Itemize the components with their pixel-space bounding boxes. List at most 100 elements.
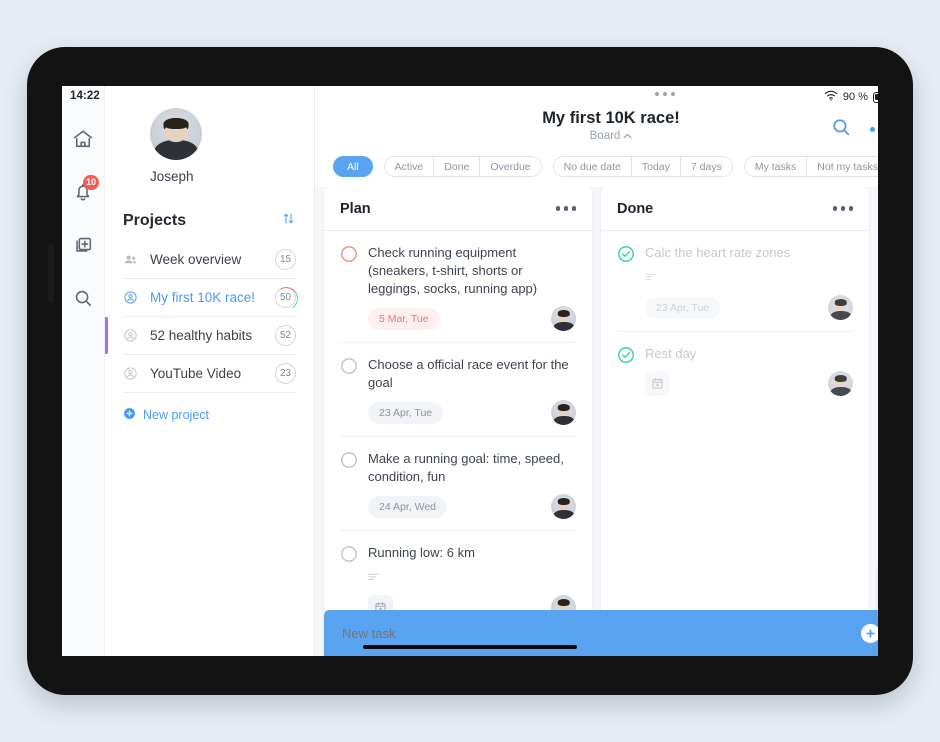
task-due-date[interactable]: 23 Apr, Tue (368, 401, 444, 424)
task-card[interactable]: Choose a official race event for the goa… (340, 343, 576, 437)
filter-chip-not-my-tasks[interactable]: Not my tasks (807, 157, 878, 176)
multitasking-handle-icon[interactable] (655, 92, 675, 96)
task-checkbox[interactable] (340, 356, 368, 436)
battery-percent: 90 % (842, 91, 868, 103)
search-icon[interactable] (830, 116, 852, 143)
column-header: Done (601, 187, 869, 231)
filter-chip-today[interactable]: Today (631, 157, 681, 176)
status-indicators: 90 % (824, 88, 878, 106)
sidebar-item-label: YouTube Video (150, 366, 242, 381)
column-title: Done (617, 200, 654, 217)
filter-bar: All Active Done Overdue No due date Toda… (315, 156, 878, 187)
system-status-bar: 90 % (315, 86, 878, 106)
sort-arrows-icon[interactable] (281, 211, 296, 231)
task-due-date[interactable]: 24 Apr, Wed (368, 495, 448, 518)
sidebar-item-youtube-video[interactable]: YouTube Video 23 (123, 355, 296, 393)
filter-group-status: Active Done Overdue (383, 156, 542, 177)
board-column-plan: Plan Check running equipment (sneakers, … (324, 187, 592, 656)
filter-chip-no-due-date[interactable]: No due date (553, 157, 632, 176)
task-title: Check running equipment (sneakers, t-shi… (368, 245, 538, 296)
tablet-screen: 10 Joseph Projects Week overview 15 My f… (62, 86, 878, 656)
project-toolbar: My first 10K race! Board (315, 106, 878, 156)
task-meta: 24 Apr, Wed (368, 494, 576, 519)
add-project-icon[interactable] (68, 230, 98, 260)
task-title: Running low: 6 km (368, 545, 475, 560)
project-task-count: 52 (275, 325, 296, 346)
add-task-button[interactable] (860, 623, 878, 643)
home-icon[interactable] (68, 124, 98, 154)
task-meta (645, 371, 853, 396)
project-task-count: 15 (275, 249, 296, 270)
task-title: Rest day (645, 346, 697, 361)
column-title: Plan (340, 200, 371, 217)
new-task-bar[interactable] (324, 610, 878, 656)
sidebar-item-52-healthy-habits[interactable]: 52 healthy habits 52 (105, 317, 296, 355)
task-checkbox-done[interactable] (617, 244, 645, 331)
column-more-dots-icon[interactable] (832, 206, 853, 211)
filter-chip-overdue[interactable]: Overdue (480, 157, 541, 176)
person-circle-icon (123, 290, 145, 305)
wifi-icon (824, 88, 838, 106)
task-card[interactable]: Check running equipment (sneakers, t-shi… (340, 231, 576, 343)
task-checkbox-overdue[interactable] (340, 244, 368, 342)
task-card[interactable]: Make a running goal: time, speed, condit… (340, 437, 576, 531)
people-icon (123, 252, 145, 267)
view-selector[interactable]: Board (315, 130, 878, 142)
task-meta: 23 Apr, Tue (368, 400, 576, 425)
filter-chip-my-tasks[interactable]: My tasks (744, 157, 808, 176)
sidebar-item-my-first-10k-race[interactable]: My first 10K race! 50 (123, 279, 296, 317)
more-dots-icon[interactable] (869, 127, 878, 132)
search-rail-icon[interactable] (68, 283, 98, 313)
project-accent-bar (105, 317, 108, 354)
task-due-date[interactable]: 23 Apr, Tue (645, 296, 721, 319)
filter-chip-all[interactable]: All (333, 156, 373, 177)
user-profile-block[interactable]: Joseph (105, 86, 314, 184)
task-calendar-button[interactable] (645, 371, 670, 396)
task-card[interactable]: Calc the heart rate zones 23 Apr, Tue (617, 231, 853, 332)
task-title: Calc the heart rate zones (645, 245, 791, 260)
task-checkbox-done[interactable] (617, 345, 645, 407)
task-assignee-avatar[interactable] (828, 371, 853, 396)
task-assignee-avatar[interactable] (551, 400, 576, 425)
page-title: Projects (123, 212, 187, 229)
kanban-board: Plan Check running equipment (sneakers, … (315, 187, 878, 656)
screenshot-stage: 10 Joseph Projects Week overview 15 My f… (0, 0, 940, 742)
sidebar-item-label: 52 healthy habits (150, 328, 253, 343)
task-description-icon (368, 569, 576, 587)
chevron-up-icon (623, 130, 632, 142)
task-description-icon (645, 269, 853, 287)
person-circle-icon (123, 328, 145, 343)
project-list: Week overview 15 My first 10K race! 50 5… (105, 241, 314, 423)
device-power-button[interactable] (48, 243, 54, 303)
projects-sidebar: Joseph Projects Week overview 15 My firs… (105, 86, 315, 656)
column-cards: Calc the heart rate zones 23 Apr, Tue Re… (601, 231, 869, 656)
task-assignee-avatar[interactable] (828, 295, 853, 320)
sidebar-item-label: My first 10K race! (150, 290, 256, 305)
sidebar-item-label: Week overview (150, 252, 242, 267)
avatar[interactable] (150, 108, 202, 160)
new-project-label: New project (143, 408, 209, 422)
battery-icon (872, 91, 878, 103)
filter-chip-done[interactable]: Done (434, 157, 481, 176)
project-task-count: 23 (275, 363, 296, 384)
column-more-dots-icon[interactable] (555, 206, 576, 211)
new-task-input[interactable] (342, 625, 861, 641)
project-title-block: My first 10K race! Board (315, 106, 878, 142)
new-project-button[interactable]: New project (123, 407, 296, 423)
column-header: Plan (324, 187, 592, 231)
filter-chip-active[interactable]: Active (384, 157, 435, 176)
task-meta: 5 Mar, Tue (368, 306, 576, 331)
task-due-date[interactable]: 5 Mar, Tue (368, 307, 440, 330)
task-assignee-avatar[interactable] (551, 494, 576, 519)
projects-header: Projects (123, 211, 296, 231)
task-checkbox[interactable] (340, 450, 368, 530)
home-indicator[interactable] (363, 645, 577, 649)
task-card[interactable]: Rest day (617, 332, 853, 407)
filter-chip-7-days[interactable]: 7 days (680, 157, 732, 176)
icon-rail: 10 (62, 86, 105, 656)
task-assignee-avatar[interactable] (551, 306, 576, 331)
view-selector-label: Board (589, 130, 621, 142)
notification-count-badge: 10 (82, 175, 99, 190)
notifications-icon[interactable]: 10 (68, 175, 99, 207)
sidebar-item-week-overview[interactable]: Week overview 15 (123, 241, 296, 279)
